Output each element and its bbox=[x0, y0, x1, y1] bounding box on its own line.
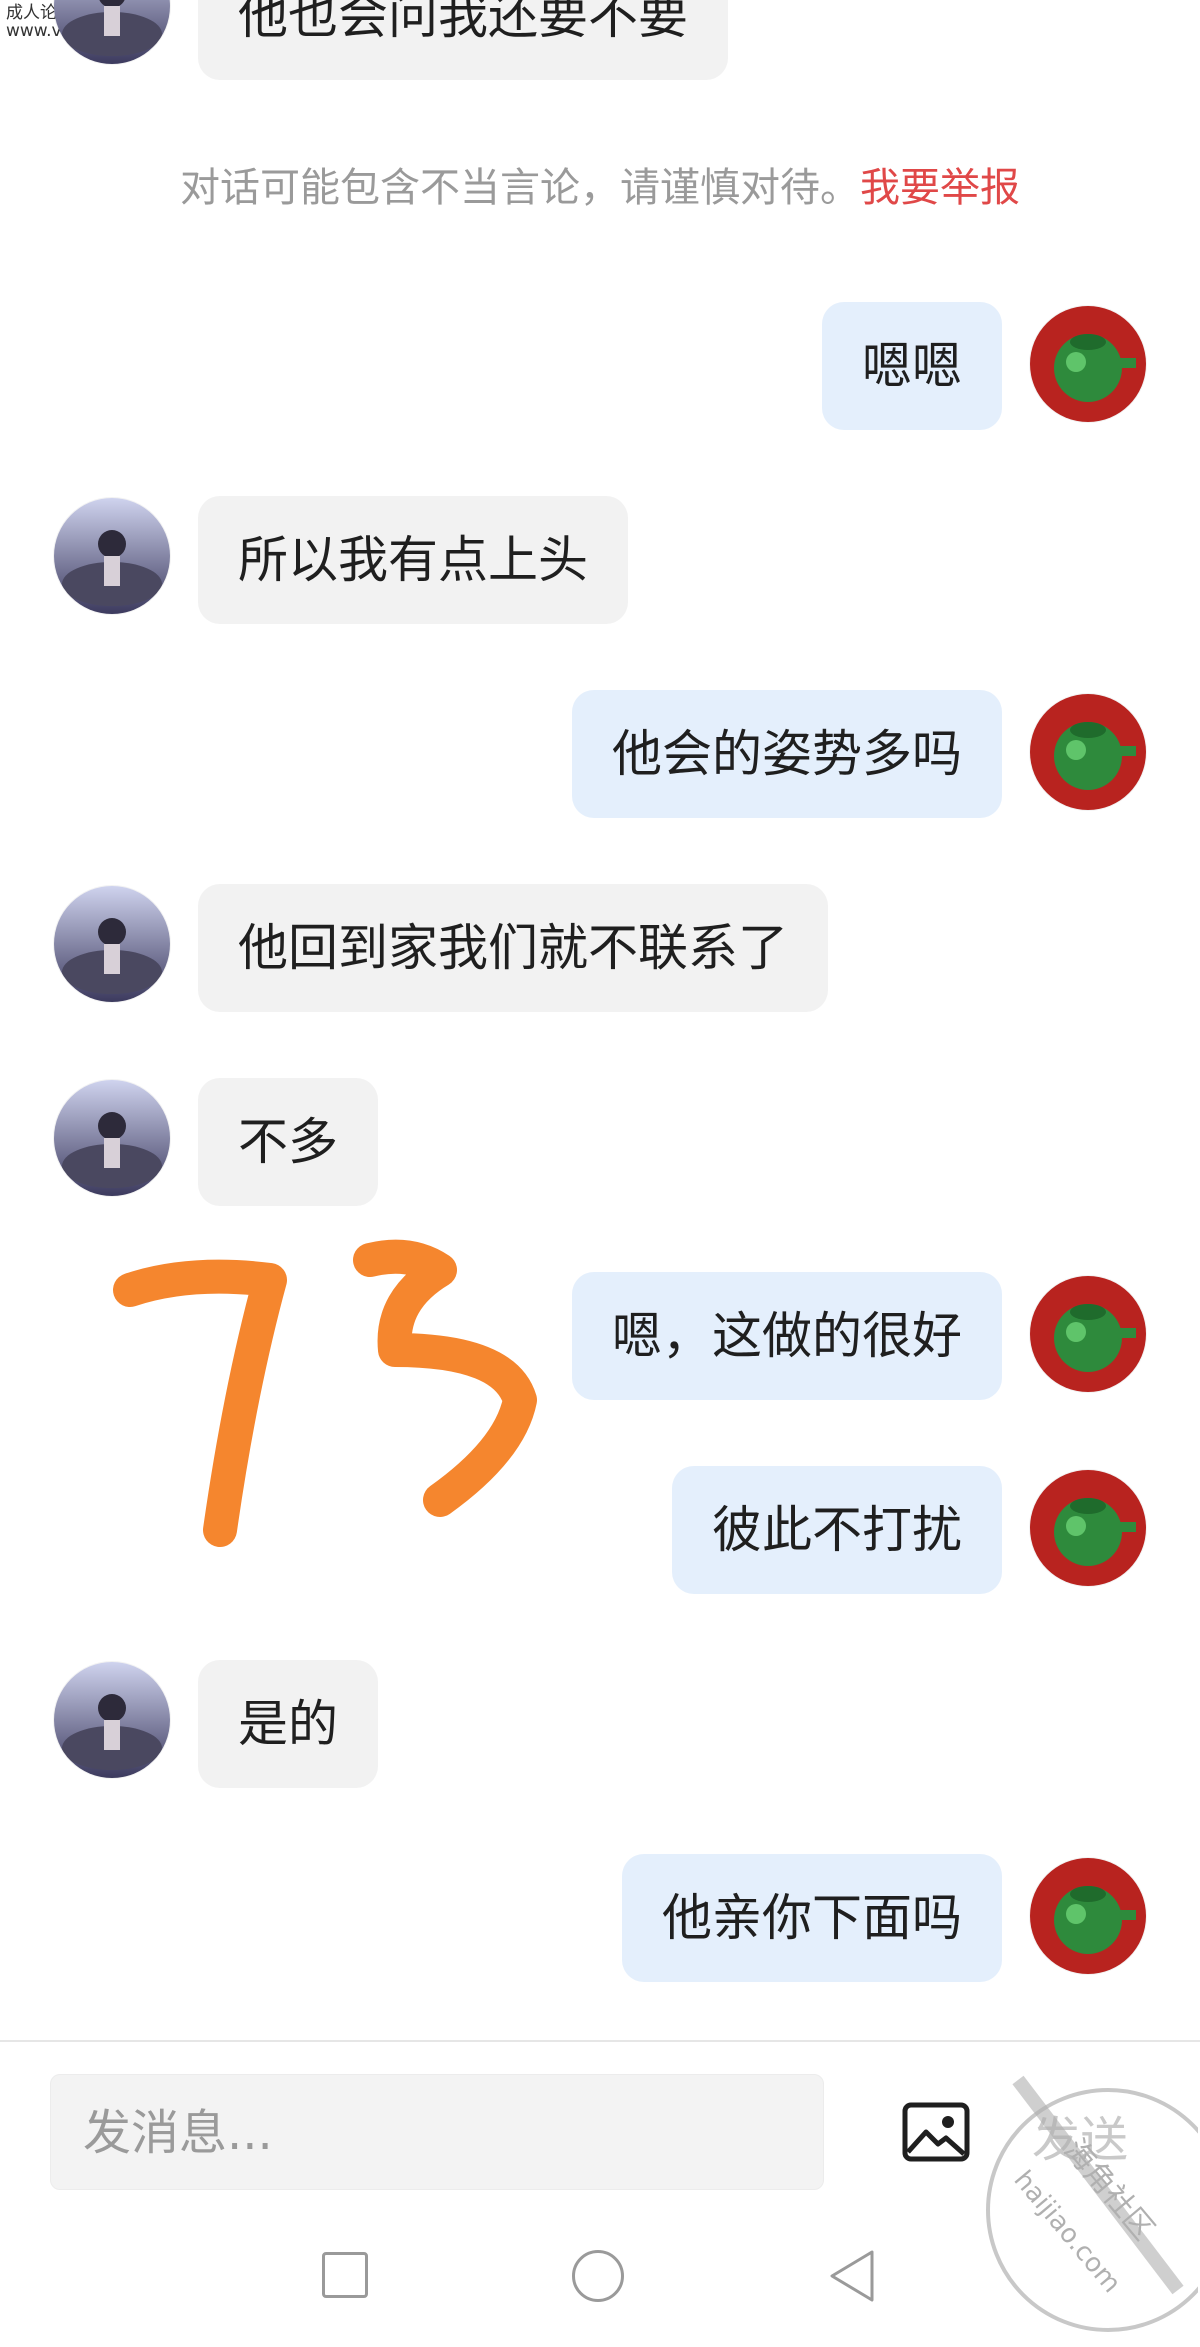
safety-notice: 对话可能包含不当言论，请谨慎对待。我要举报 bbox=[0, 155, 1200, 213]
message-bubble[interactable]: 他亲你下面吗 bbox=[622, 1854, 1002, 1982]
recent-apps-icon[interactable] bbox=[322, 2252, 368, 2298]
contact-avatar[interactable] bbox=[54, 0, 170, 64]
message-bubble[interactable]: 嗯，这做的很好 bbox=[572, 1272, 1002, 1400]
user-avatar[interactable] bbox=[1030, 1276, 1146, 1392]
user-avatar[interactable] bbox=[1030, 1470, 1146, 1586]
message-bubble[interactable]: 嗯嗯 bbox=[822, 302, 1002, 430]
contact-avatar[interactable] bbox=[54, 886, 170, 1002]
message-bubble[interactable]: 他也会问我还要不要 bbox=[198, 0, 728, 80]
contact-avatar[interactable] bbox=[54, 1662, 170, 1778]
message-bubble[interactable]: 是的 bbox=[198, 1660, 378, 1788]
watermark-stamp: 海角社区 haijiao.com bbox=[986, 2075, 1198, 2332]
user-avatar[interactable] bbox=[1030, 306, 1146, 422]
message-bubble[interactable]: 他回到家我们就不联系了 bbox=[198, 884, 828, 1012]
message-bubble[interactable]: 不多 bbox=[198, 1078, 378, 1206]
contact-avatar[interactable] bbox=[54, 1080, 170, 1196]
message-bubble[interactable]: 他会的姿势多吗 bbox=[572, 690, 1002, 818]
message-input[interactable]: 发消息... bbox=[50, 2074, 824, 2190]
stamp-logo: 海角社区 haijiao.com bbox=[986, 2075, 1198, 2332]
back-icon[interactable] bbox=[826, 2248, 878, 2304]
user-avatar[interactable] bbox=[1030, 694, 1146, 810]
contact-avatar[interactable] bbox=[54, 498, 170, 614]
message-bubble[interactable]: 彼此不打扰 bbox=[672, 1466, 1002, 1594]
message-bubble[interactable]: 所以我有点上头 bbox=[198, 496, 628, 624]
home-icon[interactable] bbox=[572, 2250, 624, 2302]
notice-text: 对话可能包含不当言论，请谨慎对待。 bbox=[180, 165, 860, 211]
chat-area[interactable]: 成人论坛 www.v4sd.com 他也会问我还要不要 对话可能包含不当言论，请… bbox=[0, 0, 1200, 2040]
report-link[interactable]: 我要举报 bbox=[860, 165, 1020, 211]
user-avatar[interactable] bbox=[1030, 1858, 1146, 1974]
handwritten-annotation-73 bbox=[113, 1239, 537, 1547]
